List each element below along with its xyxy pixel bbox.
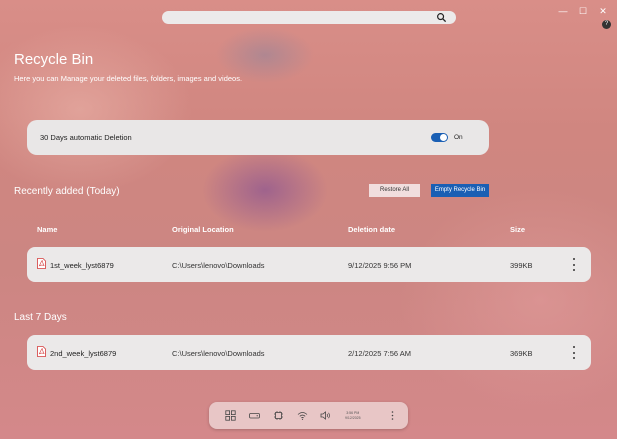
- column-header-name: Name: [37, 225, 58, 234]
- last7-heading: Last 7 Days: [14, 312, 67, 323]
- more-options-icon[interactable]: [569, 346, 579, 359]
- help-icon[interactable]: ?: [602, 20, 611, 29]
- clock-date: 9/12/2025: [345, 416, 361, 420]
- file-name: 1st_week_lyst6879: [50, 261, 114, 270]
- minimize-button[interactable]: —: [553, 4, 573, 18]
- file-size: 399KB: [510, 261, 533, 270]
- original-location: C:\Users\lenovo\Downloads: [172, 261, 265, 270]
- auto-delete-label: 30 Days automatic Deletion: [40, 133, 132, 142]
- file-name: 2nd_week_lyst6879: [50, 349, 117, 358]
- table-row[interactable]: 1st_week_lyst6879 C:\Users\lenovo\Downlo…: [27, 247, 591, 282]
- taskbar: 3:56 PM 9/12/2025: [209, 402, 408, 429]
- close-button[interactable]: ✕: [593, 4, 613, 18]
- maximize-button[interactable]: ☐: [573, 4, 593, 18]
- page-subtitle: Here you can Manage your deleted files, …: [14, 74, 243, 83]
- toggle-state-label: On: [454, 134, 463, 141]
- apps-grid-icon[interactable]: [225, 410, 236, 421]
- pdf-file-icon: [37, 258, 46, 269]
- table-row[interactable]: 2nd_week_lyst6879 C:\Users\lenovo\Downlo…: [27, 335, 591, 370]
- column-header-location: Original Location: [172, 225, 234, 234]
- more-icon[interactable]: [387, 410, 398, 421]
- speaker-icon[interactable]: [320, 410, 331, 421]
- page-title: Recycle Bin: [14, 51, 94, 68]
- more-options-icon[interactable]: [569, 258, 579, 271]
- original-location: C:\Users\lenovo\Downloads: [172, 349, 265, 358]
- taskbar-clock[interactable]: 3:56 PM 9/12/2025: [345, 411, 361, 421]
- search-bar[interactable]: [162, 11, 456, 24]
- drive-icon[interactable]: [249, 410, 260, 421]
- restore-all-button[interactable]: Restore All: [369, 184, 420, 197]
- chip-icon[interactable]: [273, 410, 284, 421]
- deletion-date: 2/12/2025 7:56 AM: [348, 349, 411, 358]
- wifi-icon[interactable]: [297, 410, 308, 421]
- empty-recycle-bin-button[interactable]: Empty Recycle Bin: [431, 184, 489, 197]
- column-header-size: Size: [510, 225, 526, 234]
- window-controls: — ☐ ✕: [553, 4, 613, 18]
- auto-delete-card: 30 Days automatic Deletion On: [27, 120, 489, 155]
- auto-delete-toggle[interactable]: [431, 133, 448, 142]
- search-icon[interactable]: [436, 12, 447, 23]
- pdf-file-icon: [37, 346, 46, 357]
- deletion-date: 9/12/2025 9:56 PM: [348, 261, 412, 270]
- recent-heading: Recently added (Today): [14, 186, 120, 197]
- column-header-date: Deletion date: [348, 225, 396, 234]
- file-size: 369KB: [510, 349, 533, 358]
